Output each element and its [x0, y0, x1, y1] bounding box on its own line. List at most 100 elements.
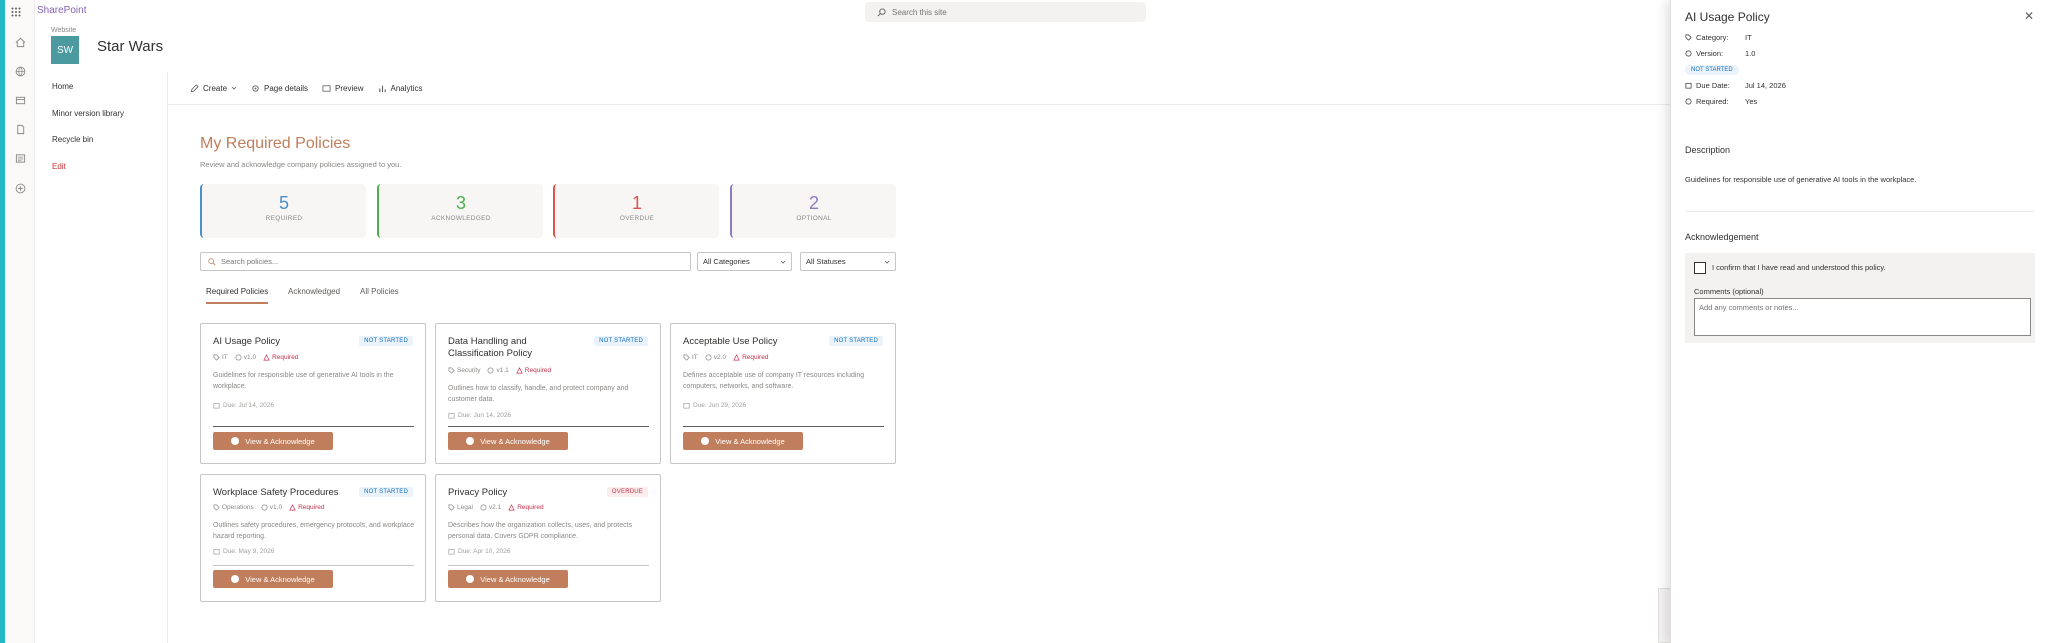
view-acknowledge-label: View & Acknowledge [480, 436, 550, 446]
close-icon[interactable]: ✕ [2024, 9, 2034, 23]
category-dropdown[interactable]: All Categories [697, 252, 792, 271]
create-button[interactable]: Create [190, 84, 237, 93]
card-due: Due: May 9, 2026 [213, 548, 274, 555]
panel-required-row: Required: Yes [1685, 97, 1757, 106]
site-search[interactable] [865, 2, 1146, 22]
panel-due-row: Due Date: Jul 14, 2026 [1685, 81, 1786, 90]
nav-item-recycle-bin[interactable]: Recycle bin [52, 135, 93, 144]
nav-item-minor-version-library[interactable]: Minor version library [52, 109, 124, 118]
preview-icon [322, 84, 331, 92]
card-title[interactable]: Privacy Policy [448, 487, 578, 499]
policy-card[interactable]: Privacy Policy OVERDUE Legal v2.1 Requir… [435, 474, 661, 602]
site-title[interactable]: Star Wars [97, 38, 163, 55]
nav-item-home[interactable]: Home [52, 82, 73, 91]
policy-search[interactable] [200, 252, 691, 271]
analytics-button[interactable]: Analytics [378, 84, 423, 93]
card-title[interactable]: Workplace Safety Procedures [213, 487, 363, 499]
confirm-checkbox-label[interactable]: I confirm that I have read and understoo… [1712, 263, 1886, 272]
site-search-input[interactable] [892, 7, 1112, 17]
stat-overdue: 1 OVERDUE [553, 184, 719, 238]
tab-all-policies[interactable]: All Policies [360, 287, 399, 302]
site-type-label: Website [51, 27, 77, 34]
confirm-checkbox[interactable] [1694, 262, 1706, 274]
card-description: Outlines safety procedures, emergency pr… [213, 522, 415, 540]
policy-card[interactable]: Data Handling and Classification Policy … [435, 323, 661, 464]
check-circle-icon [701, 437, 710, 445]
card-required: Required [516, 367, 551, 374]
library-icon[interactable] [12, 92, 28, 108]
status-badge: NOT STARTED [359, 336, 413, 346]
stat-optional-label: OPTIONAL [796, 215, 832, 222]
card-title[interactable]: AI Usage Policy [213, 336, 343, 348]
view-acknowledge-button[interactable]: View & Acknowledge [213, 432, 333, 450]
policy-card[interactable]: Acceptable Use Policy NOT STARTED IT v2.… [670, 323, 896, 464]
card-title[interactable]: Data Handling and Classification Policy [448, 336, 578, 360]
analytics-label: Analytics [390, 83, 423, 93]
card-category: Security [448, 367, 480, 374]
status-badge: NOT STARTED [359, 487, 413, 497]
stat-acknowledged: 3 ACKNOWLEDGED [377, 184, 543, 238]
card-meta: IT v1.0 Required [213, 354, 298, 361]
status-dropdown[interactable]: All Statuses [800, 252, 896, 271]
view-acknowledge-label: View & Acknowledge [245, 574, 315, 584]
policy-detail-panel: AI Usage Policy ✕ Category: IT Version: … [1670, 0, 2048, 643]
card-meta: IT v2.0 Required [683, 354, 768, 361]
add-circle-icon[interactable] [12, 180, 28, 196]
app-name[interactable]: SharePoint [37, 5, 86, 16]
card-required-text: Required [298, 504, 325, 511]
comments-textarea[interactable] [1694, 298, 2031, 336]
panel-required-label: Required: [1696, 97, 1729, 106]
card-title[interactable]: Acceptable Use Policy [683, 336, 813, 348]
stat-optional: 2 OPTIONAL [730, 184, 896, 238]
site-header: Website SW Star Wars [35, 24, 1670, 72]
card-required-text: Required [517, 504, 544, 511]
nav-edit-link[interactable]: Edit [52, 162, 66, 171]
site-logo[interactable]: SW [51, 36, 79, 64]
card-category-text: IT [692, 354, 698, 361]
create-label: Create [203, 83, 228, 93]
view-acknowledge-button[interactable]: View & Acknowledge [448, 570, 568, 588]
card-due-text: Due: Apr 10, 2026 [458, 548, 511, 555]
acknowledgement-heading: Acknowledgement [1685, 232, 1759, 242]
document-icon[interactable] [12, 121, 28, 137]
stat-required-value: 5 [278, 193, 289, 213]
stat-acknowledged-value: 3 [455, 193, 466, 213]
globe-icon[interactable] [12, 63, 28, 79]
card-category: IT [213, 354, 228, 361]
history-icon [235, 354, 242, 361]
card-divider [448, 565, 649, 566]
view-acknowledge-button[interactable]: View & Acknowledge [683, 432, 803, 450]
card-meta: Security v1.1 Required [448, 367, 551, 374]
policy-card[interactable]: AI Usage Policy NOT STARTED IT v1.0 Requ… [200, 323, 426, 464]
category-dropdown-value: All Categories [703, 257, 750, 266]
tab-acknowledged[interactable]: Acknowledged [288, 287, 340, 302]
card-version-text: v2.0 [713, 354, 727, 361]
card-divider [683, 426, 884, 427]
card-category: Legal [448, 504, 473, 511]
tab-required-policies[interactable]: Required Policies [206, 287, 269, 304]
card-version-text: v1.0 [269, 504, 283, 511]
app-launcher-icon[interactable] [8, 4, 24, 20]
policy-card[interactable]: Workplace Safety Procedures NOT STARTED … [200, 474, 426, 602]
card-category-text: IT [222, 354, 228, 361]
card-category-text: Operations [222, 504, 254, 511]
stat-overdue-value: 1 [631, 193, 642, 213]
warning-icon [263, 354, 270, 361]
card-category-text: Security [457, 367, 481, 374]
view-acknowledge-button[interactable]: View & Acknowledge [213, 570, 333, 588]
card-version-text: v1.1 [496, 367, 509, 374]
card-divider [213, 426, 414, 427]
home-icon[interactable] [12, 34, 28, 50]
page-details-button[interactable]: Page details [251, 84, 308, 93]
policy-search-input[interactable] [221, 257, 681, 266]
panel-description: Guidelines for responsible use of genera… [1685, 175, 1917, 184]
page-subtitle: Review and acknowledge company policies … [200, 160, 402, 169]
preview-button[interactable]: Preview [322, 84, 364, 93]
news-icon[interactable] [12, 150, 28, 166]
card-version: v1.0 [235, 354, 256, 361]
edit-icon [190, 83, 199, 92]
stat-required: 5 REQUIRED [200, 184, 366, 238]
view-acknowledge-button[interactable]: View & Acknowledge [448, 432, 568, 450]
card-required-text: Required [742, 354, 769, 361]
calendar-icon [213, 402, 220, 409]
